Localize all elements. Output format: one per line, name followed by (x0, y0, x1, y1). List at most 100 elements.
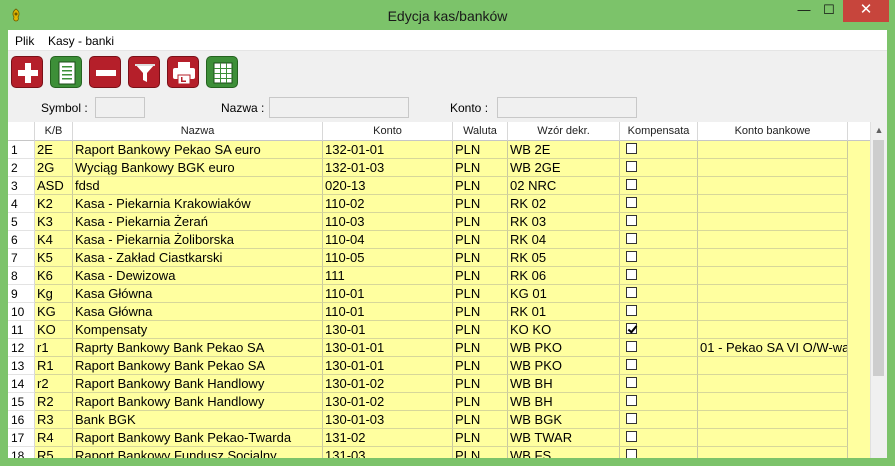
cell-waluta[interactable]: PLN (453, 375, 508, 393)
cell-wzor[interactable]: WB BH (508, 393, 620, 411)
cell-konto-bankowe[interactable] (698, 213, 848, 231)
header-konto-bankowe[interactable]: Konto bankowe (698, 122, 848, 141)
header-nazwa[interactable]: Nazwa (73, 122, 323, 141)
table-row[interactable]: 12 r1 Raprty Bankowy Bank Pekao SA 130-01-0… (8, 339, 870, 357)
table-view-button[interactable] (206, 56, 238, 88)
kompensata-checkbox[interactable] (626, 431, 637, 442)
kompensata-checkbox[interactable] (626, 215, 637, 226)
cell-nazwa[interactable]: Raprty Bankowy Bank Pekao SA (73, 339, 323, 357)
title-bar[interactable]: Edycja kas/banków — ☐ ✕ (0, 0, 895, 30)
cell-kb[interactable]: ASD (35, 177, 73, 195)
cell-konto[interactable]: 130-01-01 (323, 357, 453, 375)
cell-kb[interactable]: K6 (35, 267, 73, 285)
kompensata-checkbox[interactable] (626, 305, 637, 316)
scroll-up-arrow-icon[interactable]: ▲ (871, 122, 887, 139)
cell-waluta[interactable]: PLN (453, 429, 508, 447)
cell-konto[interactable]: 131-03 (323, 447, 453, 458)
cell-waluta[interactable]: PLN (453, 447, 508, 458)
cell-konto-bankowe[interactable] (698, 195, 848, 213)
row-number[interactable]: 4 (8, 195, 35, 213)
cell-kb[interactable]: K3 (35, 213, 73, 231)
cell-waluta[interactable]: PLN (453, 195, 508, 213)
table-row[interactable]: 11 KO Kompensaty 130-01 PLN KO KO (8, 321, 870, 339)
cell-konto[interactable]: 131-02 (323, 429, 453, 447)
cell-kb[interactable]: R5 (35, 447, 73, 458)
table-row[interactable]: 13 R1 Raport Bankowy Bank Pekao SA 130-01-0… (8, 357, 870, 375)
cell-waluta[interactable]: PLN (453, 159, 508, 177)
kompensata-checkbox[interactable] (626, 143, 637, 154)
kompensata-checkbox[interactable] (626, 197, 637, 208)
cell-waluta[interactable]: PLN (453, 249, 508, 267)
close-button[interactable]: ✕ (843, 0, 889, 22)
table-row[interactable]: 6 K4 Kasa - Piekarnia Żoliborska 110-04 PLN R… (8, 231, 870, 249)
row-number[interactable]: 17 (8, 429, 35, 447)
cell-waluta[interactable]: PLN (453, 339, 508, 357)
cell-wzor[interactable]: WB PKO (508, 357, 620, 375)
cell-kb[interactable]: K4 (35, 231, 73, 249)
cell-waluta[interactable]: PLN (453, 357, 508, 375)
header-waluta[interactable]: Waluta (453, 122, 508, 141)
cell-kb[interactable]: R1 (35, 357, 73, 375)
header-kb[interactable]: K/B (35, 122, 73, 141)
cell-konto-bankowe[interactable] (698, 285, 848, 303)
vertical-scrollbar[interactable]: ▲ (870, 122, 887, 458)
cell-konto-bankowe[interactable] (698, 303, 848, 321)
cell-waluta[interactable]: PLN (453, 303, 508, 321)
cell-kb[interactable]: KG (35, 303, 73, 321)
cell-wzor[interactable]: WB BGK (508, 411, 620, 429)
row-number[interactable]: 16 (8, 411, 35, 429)
cell-kb[interactable]: r1 (35, 339, 73, 357)
row-number[interactable]: 9 (8, 285, 35, 303)
cell-waluta[interactable]: PLN (453, 411, 508, 429)
table-row[interactable]: 18 R5 Raport Bankowy Fundusz Socjalny 131-0… (8, 447, 870, 458)
cell-wzor[interactable]: WB PKO (508, 339, 620, 357)
cell-kb[interactable]: 2E (35, 141, 73, 159)
table-row[interactable]: 9 Kg Kasa Główna 110-01 PLN KG 01 (8, 285, 870, 303)
cell-nazwa[interactable]: Kasa - Dewizowa (73, 267, 323, 285)
cell-wzor[interactable]: KG 01 (508, 285, 620, 303)
table-row[interactable]: 2 2G Wyciąg Bankowy BGK euro 132-01-03 PLN WB… (8, 159, 870, 177)
cell-waluta[interactable]: PLN (453, 231, 508, 249)
cell-konto-bankowe[interactable]: 01 - Pekao SA VI O/W-wa (698, 339, 848, 357)
cell-wzor[interactable]: RK 05 (508, 249, 620, 267)
cell-nazwa[interactable]: fdsd (73, 177, 323, 195)
cell-konto-bankowe[interactable] (698, 357, 848, 375)
cell-konto-bankowe[interactable] (698, 429, 848, 447)
cell-wzor[interactable]: WB TWAR (508, 429, 620, 447)
filter-button[interactable] (128, 56, 160, 88)
cell-kb[interactable]: R3 (35, 411, 73, 429)
cell-nazwa[interactable]: Raport Bankowy Bank Handlowy (73, 375, 323, 393)
kompensata-checkbox[interactable] (626, 179, 637, 190)
symbol-input[interactable] (95, 97, 145, 118)
cell-kb[interactable]: KO (35, 321, 73, 339)
row-number[interactable]: 10 (8, 303, 35, 321)
cell-kb[interactable]: K5 (35, 249, 73, 267)
cell-wzor[interactable]: RK 04 (508, 231, 620, 249)
add-button[interactable] (11, 56, 43, 88)
kompensata-checkbox[interactable] (626, 287, 637, 298)
table-row[interactable]: 14 r2 Raport Bankowy Bank Handlowy 130-01-0… (8, 375, 870, 393)
kompensata-checkbox[interactable] (626, 413, 637, 424)
menu-kasy-banki[interactable]: Kasy - banki (48, 34, 114, 48)
row-number[interactable]: 8 (8, 267, 35, 285)
cell-nazwa[interactable]: Raport Bankowy Bank Handlowy (73, 393, 323, 411)
row-number[interactable]: 14 (8, 375, 35, 393)
cell-waluta[interactable]: PLN (453, 141, 508, 159)
cell-konto-bankowe[interactable] (698, 249, 848, 267)
kompensata-checkbox[interactable] (626, 359, 637, 370)
kompensata-checkbox[interactable] (626, 449, 637, 458)
print-button[interactable] (167, 56, 199, 88)
cell-nazwa[interactable]: Kasa - Piekarnia Krakowiaków (73, 195, 323, 213)
cell-konto-bankowe[interactable] (698, 231, 848, 249)
cell-konto-bankowe[interactable] (698, 321, 848, 339)
cell-konto[interactable]: 132-01-01 (323, 141, 453, 159)
cell-nazwa[interactable]: Kasa Główna (73, 285, 323, 303)
table-row[interactable]: 15 R2 Raport Bankowy Bank Handlowy 130-01-0… (8, 393, 870, 411)
cell-wzor[interactable]: KO KO (508, 321, 620, 339)
nazwa-input[interactable] (269, 97, 409, 118)
cell-kb[interactable]: K2 (35, 195, 73, 213)
kompensata-checkbox[interactable] (626, 269, 637, 280)
cell-wzor[interactable]: RK 06 (508, 267, 620, 285)
kompensata-checkbox[interactable] (626, 395, 637, 406)
row-number[interactable]: 6 (8, 231, 35, 249)
